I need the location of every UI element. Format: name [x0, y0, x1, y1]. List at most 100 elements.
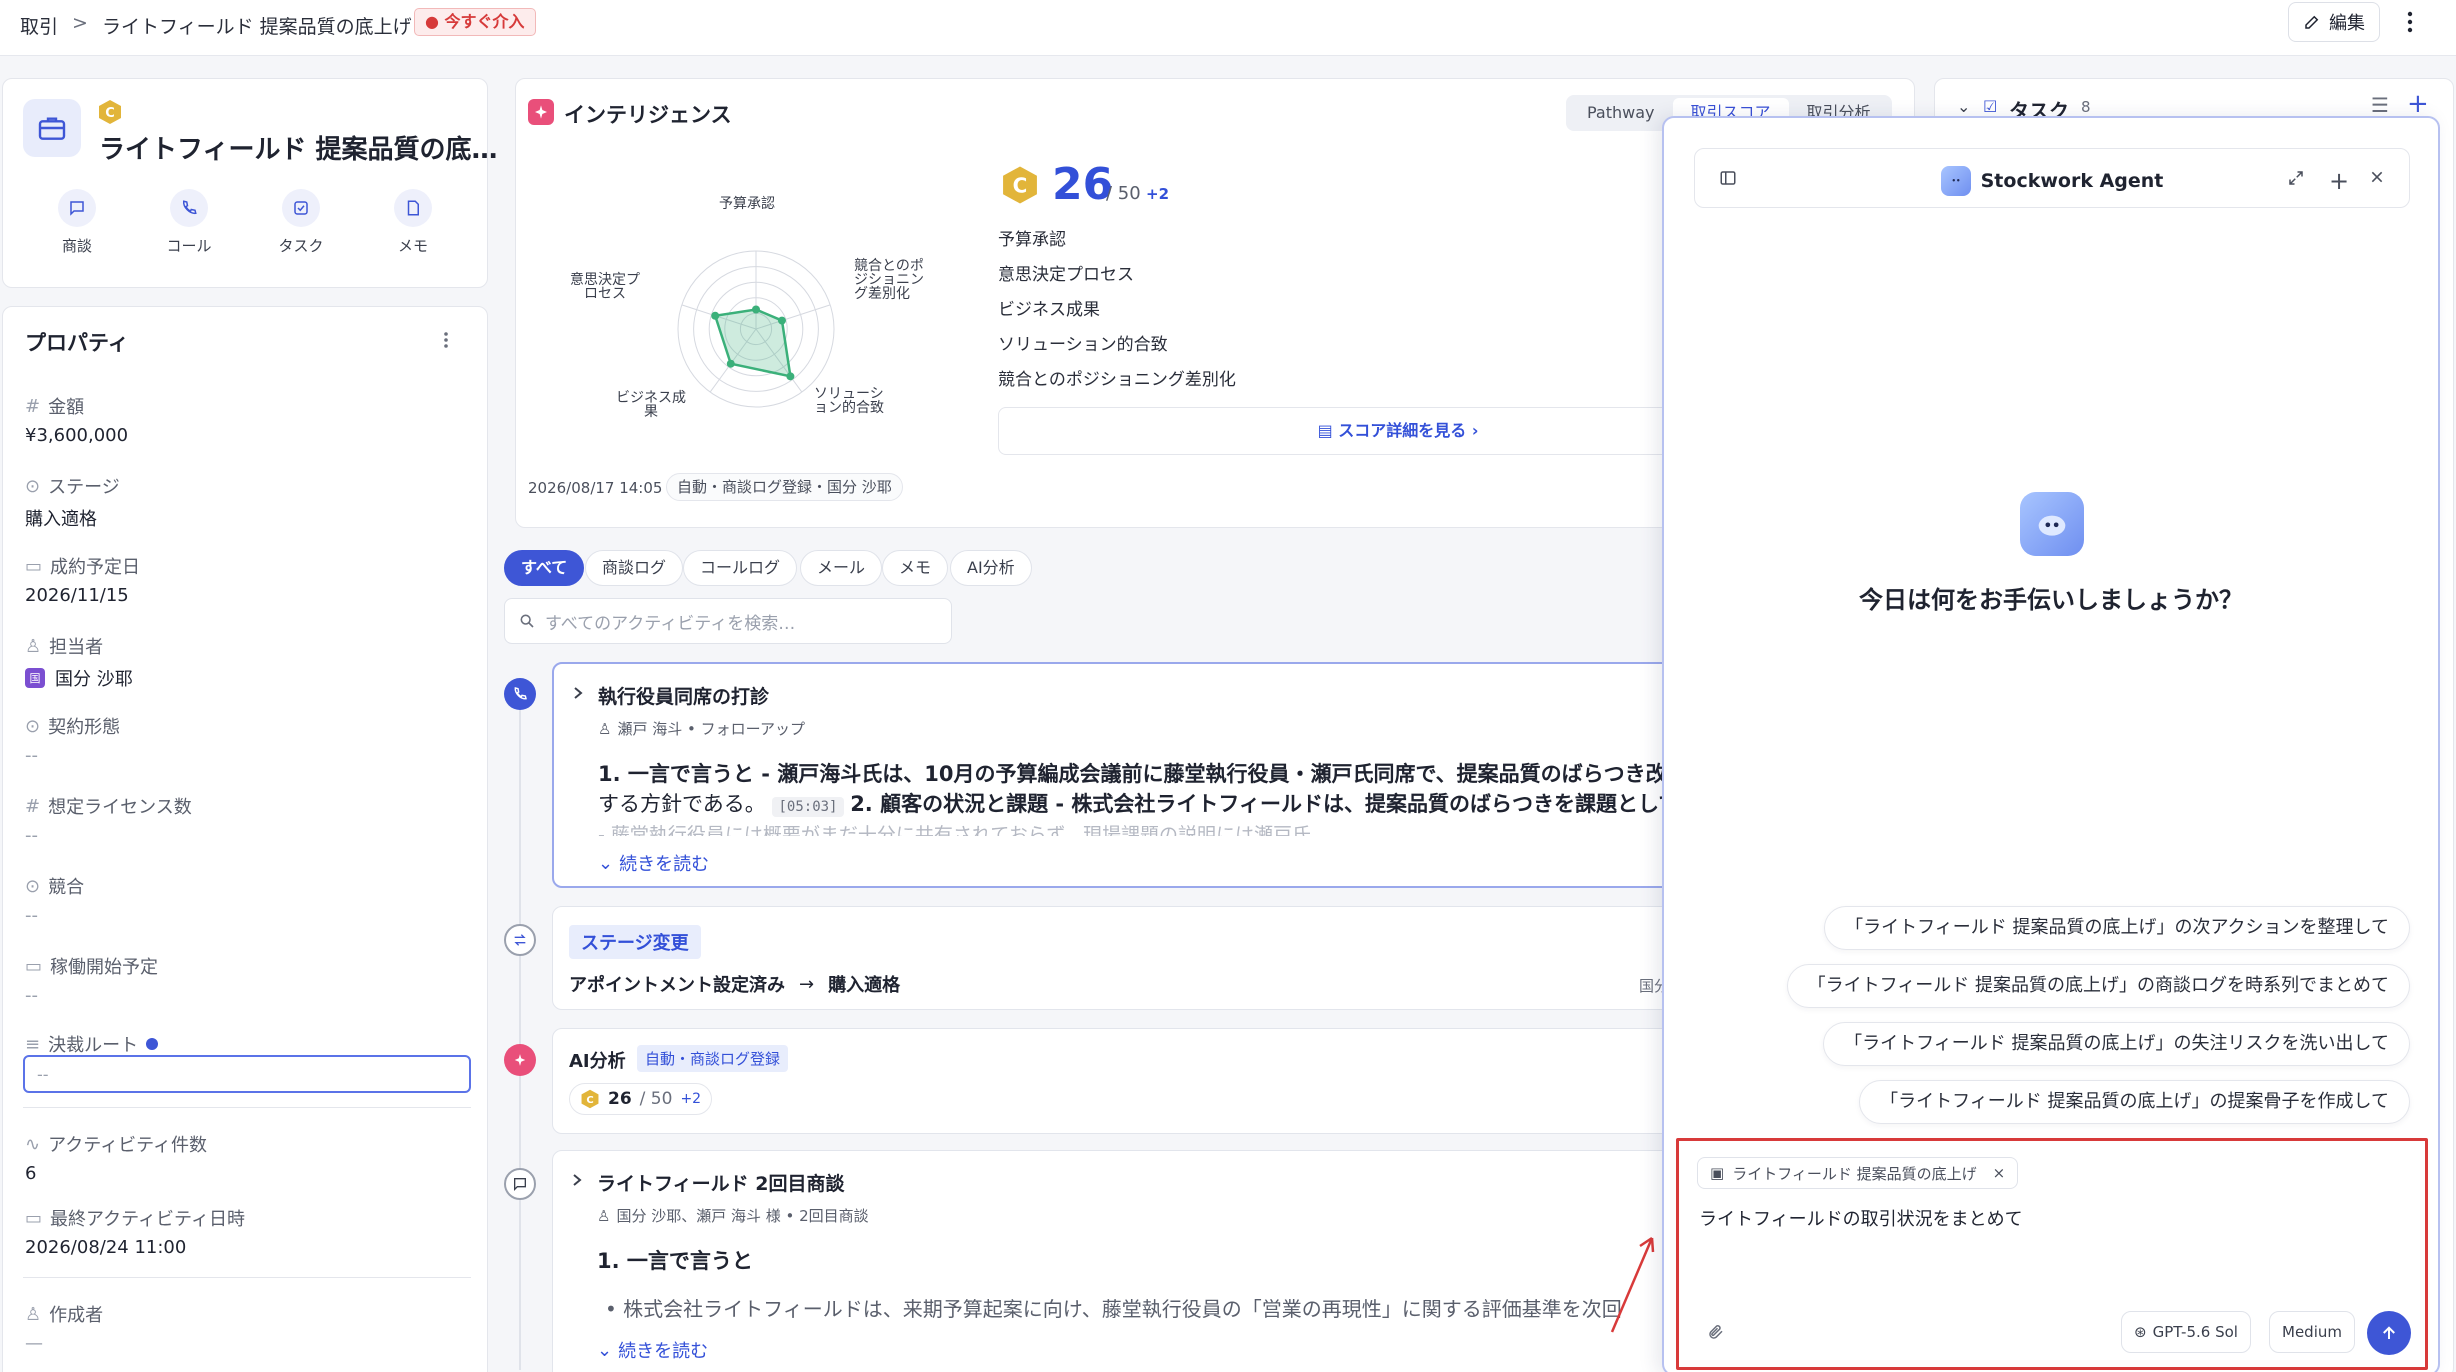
chat-input[interactable]: ライトフィールドの取引状況をまとめて [1699, 1205, 2023, 1231]
approval-route-input[interactable]: -- [23, 1055, 471, 1093]
timestamp-chip[interactable]: [05:03] [772, 797, 844, 817]
activity-bullet: • 株式会社ライトフィールドは、来期予算起案に向け、藤堂執行役員の「営業の再現性… [605, 1297, 1622, 1321]
add-task-icon[interactable]: + [2407, 89, 2429, 119]
action-task[interactable]: タスク [251, 189, 351, 256]
read-more-link[interactable]: ⌄ 続きを読む [597, 1337, 708, 1363]
criterion-budget: 予算承認 [998, 230, 1066, 250]
filter-meeting-log[interactable]: 商談ログ [585, 550, 684, 586]
prop-label-text: 最終アクティビティ日時 [50, 1209, 245, 1230]
suggestion-proposal[interactable]: 「ライトフィールド 提案品質の底上げ」の提案骨子を作成して [1859, 1080, 2410, 1124]
task-count: 8 [2081, 98, 2091, 116]
radar-label-decision: 意思決定プロセス [570, 272, 640, 302]
action-task-label: タスク [278, 237, 324, 255]
breadcrumb-separator: > [72, 12, 88, 34]
chevron-down-icon[interactable]: ⌄ [1957, 97, 1970, 116]
prop-label-text: 金額 [48, 397, 85, 418]
action-meeting[interactable]: 商談 [27, 189, 127, 256]
filter-ai[interactable]: AI分析 [950, 550, 1032, 586]
ai-score: 26 [608, 1089, 632, 1109]
prop-contract-value[interactable]: -- [25, 745, 38, 766]
radar-point [752, 305, 760, 314]
breadcrumb-root[interactable]: 取引 [20, 12, 58, 39]
phone-icon [504, 678, 536, 710]
chat-composer[interactable]: ▣ ライトフィールド 提案品質の底上げ × ライトフィールドの取引状況をまとめて… [1676, 1138, 2428, 1370]
prop-competitor-value[interactable]: -- [25, 905, 38, 926]
score-detail-label: スコア詳細を見る [1338, 421, 1467, 440]
criterion-solution: ソリューション的合致 [998, 335, 1168, 355]
close-icon[interactable] [2369, 169, 2385, 185]
agent-panel: Stockwork Agent + 今日は何をお手伝いしましょうか？ 「ライトフ… [1662, 116, 2440, 1372]
properties-menu-icon[interactable] [443, 331, 449, 349]
read-more-link[interactable]: ⌄ 続きを読む [598, 850, 709, 876]
activity-summary-line2: する方針である。 [05:03] 2. 顧客の状況と課題 - 株式会社ライトフィ… [598, 788, 1679, 818]
attach-icon[interactable] [1707, 1323, 1725, 1341]
calendar-clock-icon: ▭ [25, 1207, 43, 1229]
activity-search-input[interactable]: すべてのアクティビティを検索… [504, 598, 952, 644]
chevron-right-icon[interactable] [572, 686, 584, 700]
criterion-business: ビジネス成果 [998, 300, 1100, 320]
more-menu-icon[interactable] [2396, 8, 2424, 36]
intel-timestamp: 2026/08/17 14:05 [528, 479, 663, 497]
required-dot [146, 1038, 159, 1050]
context-chip: ▣ ライトフィールド 提案品質の底上げ × [1697, 1157, 2019, 1189]
avatar: 国 [25, 668, 45, 688]
ai-score-delta: +2 [680, 1091, 702, 1107]
filter-memo[interactable]: メモ [882, 550, 949, 586]
expand-icon[interactable] [2287, 169, 2305, 187]
effort-select[interactable]: Medium [2269, 1311, 2355, 1353]
ai-score-max: / 50 [639, 1089, 673, 1109]
radar-point [711, 311, 720, 320]
activity-meta-text: 国分 沙耶、瀬戸 海斗 様 • 2回目商談 [616, 1207, 869, 1225]
prop-stage-value[interactable]: 購入適格 [25, 505, 97, 531]
prop-approval-label: ≡ 決裁ルート [25, 1031, 159, 1057]
note-icon [394, 189, 432, 227]
intel-source-chip: 自動・商談ログ登録・国分 沙耶 [666, 473, 903, 501]
model-select[interactable]: ⊛ GPT-5.6 Sol [2121, 1311, 2251, 1353]
activity-icon: ∿ [25, 1133, 41, 1155]
prop-close-date-label: ▭ 成約予定日 [25, 553, 140, 579]
filter-email[interactable]: メール [800, 550, 883, 586]
person-icon: ♙ [25, 1303, 42, 1325]
activity-summary-line1: 1. 一言で言うと - 瀬戸海斗氏は、10月の予算編成会議前に藤堂執行役員・瀬戸… [598, 762, 1688, 786]
tab-pathway[interactable]: Pathway [1569, 98, 1673, 128]
prop-label-text: 決裁ルート [48, 1035, 139, 1056]
filter-all[interactable]: すべて [504, 550, 585, 586]
chevron-down-icon: ⌄ [597, 1339, 613, 1361]
criterion-decision: 意思決定プロセス [998, 265, 1134, 285]
prop-amount-value[interactable]: ¥3,600,000 [25, 425, 128, 446]
chevron-right-icon[interactable] [571, 1173, 583, 1187]
action-call[interactable]: コール [139, 189, 239, 256]
phone-icon [170, 189, 208, 227]
new-chat-icon[interactable]: + [2329, 167, 2349, 195]
action-meeting-label: 商談 [61, 237, 92, 255]
urgent-badge: ● 今すぐ介入 [414, 8, 536, 36]
summary-text: する方針である。 [598, 792, 766, 816]
action-memo[interactable]: メモ [363, 189, 463, 256]
edit-button[interactable]: 編集 [2288, 2, 2380, 42]
grade-letter: C [586, 1095, 593, 1106]
activity-meta: ♙ 瀬戸 海斗 • フォローアップ [598, 718, 805, 739]
prop-label-text: 契約形態 [48, 717, 121, 738]
deal-icon: ▣ [1710, 1164, 1725, 1182]
suggestion-timeline[interactable]: 「ライトフィールド 提案品質の底上げ」の商談ログを時系列でまとめて [1786, 964, 2410, 1008]
ai-source-tag: 自動・商談ログ登録 [637, 1045, 789, 1072]
deal-title: ライトフィールド 提案品質の底… [99, 135, 498, 165]
suggestion-next-action[interactable]: 「ライトフィールド 提案品質の底上げ」の次アクションを整理して [1824, 906, 2410, 950]
divider [23, 1107, 471, 1108]
prop-start-value[interactable]: -- [25, 985, 38, 1006]
deal-score-delta: +2 [1146, 185, 1170, 203]
prop-close-date-value[interactable]: 2026/11/15 [25, 585, 129, 606]
agent-header: Stockwork Agent + [1694, 148, 2410, 208]
owner-name: 国分 沙耶 [55, 669, 133, 690]
prop-contract-label: ⊙ 契約形態 [25, 713, 120, 739]
filter-call-log[interactable]: コールログ [683, 550, 798, 586]
prop-licenses-value[interactable]: -- [25, 825, 38, 846]
send-button[interactable] [2367, 1311, 2411, 1355]
bullet-text: 株式会社ライトフィールドは、来期予算起案に向け、藤堂執行役員の「営業の再現性」に… [623, 1297, 1622, 1321]
prop-owner-value[interactable]: 国国分 沙耶 [25, 665, 133, 691]
suggestion-risk[interactable]: 「ライトフィールド 提案品質の底上げ」の失注リスクを洗い出して [1823, 1022, 2410, 1066]
remove-context-icon[interactable]: × [1993, 1164, 2006, 1182]
search-placeholder: すべてのアクティビティを検索… [545, 613, 796, 634]
calendar-icon: ▭ [25, 555, 43, 577]
filter-icon[interactable]: ☰ [2371, 93, 2389, 117]
